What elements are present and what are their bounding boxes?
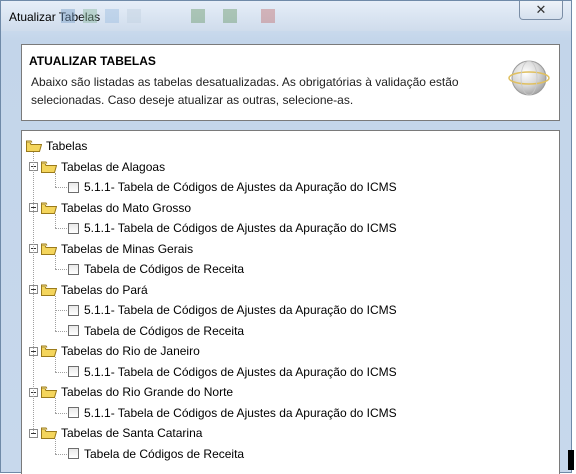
tree-connector <box>55 172 56 187</box>
group-label: Tabelas do Pará <box>61 282 148 297</box>
toolbar-icon <box>83 9 97 23</box>
table-checkbox[interactable] <box>68 222 79 234</box>
tree-connector <box>55 254 56 269</box>
tree-connector <box>55 439 56 454</box>
toolbar-icon <box>223 9 237 23</box>
header-description: Abaixo são listadas as tabelas desatuali… <box>31 75 459 107</box>
tree-connector <box>55 310 67 311</box>
toolbar-icon <box>61 9 75 23</box>
tree-connector <box>55 357 56 372</box>
folder-open-icon <box>26 140 42 152</box>
item-label: 5.1.1- Tabela de Códigos de Ajustes da A… <box>84 364 397 379</box>
item-label: 5.1.1- Tabela de Códigos de Ajustes da A… <box>84 405 397 420</box>
tree-connector <box>55 453 67 455</box>
group-label: Tabelas de Alagoas <box>61 159 166 174</box>
table-checkbox[interactable] <box>68 325 79 336</box>
table-checkbox[interactable] <box>68 448 79 459</box>
table-checkbox[interactable] <box>68 181 79 193</box>
table-checkbox[interactable] <box>68 407 79 418</box>
tree-item[interactable]: Tabela de Códigos de Receita <box>68 444 244 464</box>
tree-item[interactable]: 5.1.1- Tabela de Códigos de Ajustes da A… <box>68 300 397 320</box>
item-label: 5.1.1- Tabela de Códigos de Ajustes da A… <box>84 180 397 194</box>
tree-connector <box>33 152 34 433</box>
group-label: Tabelas do Rio Grande do Norte <box>61 385 234 399</box>
item-label: Tabela de Códigos de Receita <box>84 446 245 461</box>
table-checkbox[interactable] <box>68 304 79 316</box>
tree-root[interactable]: Tabelas <box>26 136 87 156</box>
tree-item[interactable]: 5.1.1- Tabela de Códigos de Ajustes da A… <box>68 403 397 423</box>
folder-open-icon <box>41 161 57 173</box>
toolbar-icon <box>105 9 119 23</box>
group-label: Tabelas de Santa Catarina <box>61 426 203 440</box>
group-label: Tabelas do Mato Grosso <box>61 200 192 215</box>
toolbar-icon <box>127 9 141 23</box>
tree-item[interactable]: Tabela de Códigos de Receita <box>68 321 244 341</box>
group-label: Tabelas do Rio de Janeiro <box>61 344 200 358</box>
tree-group[interactable]: Tabelas do Rio Grande do Norte <box>29 382 233 402</box>
close-button[interactable]: ✕ <box>519 1 563 20</box>
tree-connector <box>55 295 56 331</box>
tree-connector <box>55 269 67 270</box>
item-label: Tabela de Códigos de Receita <box>84 262 245 276</box>
item-label: 5.1.1- Tabela de Códigos de Ajustes da A… <box>84 303 397 317</box>
tree-item[interactable]: 5.1.1- Tabela de Códigos de Ajustes da A… <box>68 218 397 238</box>
tree-connector <box>55 412 67 414</box>
tree-item[interactable]: Tabela de Códigos de Receita <box>68 259 244 279</box>
table-checkbox[interactable] <box>68 263 79 275</box>
dialog-window: Atualizar Tabelas ✕ ATUALIZAR TABELAS Ab… <box>0 0 572 474</box>
folder-open-icon <box>41 202 57 214</box>
tree-group[interactable]: Tabelas de Alagoas <box>29 157 165 177</box>
folder-open-icon <box>41 284 57 296</box>
item-label: Tabela de Códigos de Receita <box>84 323 245 338</box>
folder-open-icon <box>41 243 57 255</box>
toolbar-icon <box>261 9 275 23</box>
header-panel: ATUALIZAR TABELAS Abaixo são listadas as… <box>21 44 560 121</box>
tree-group[interactable]: Tabelas de Minas Gerais <box>29 239 193 259</box>
tree-connector <box>55 228 67 229</box>
table-checkbox[interactable] <box>68 366 79 377</box>
toolbar-icon <box>191 9 205 23</box>
tree-connector <box>55 398 56 413</box>
tables-tree: Tabelas Tabelas de Alagoas 5.1.1- Tabela d… <box>21 130 560 474</box>
title-bar[interactable]: Atualizar Tabelas ✕ <box>1 1 571 31</box>
tree-item[interactable]: 5.1.1- Tabela de Códigos de Ajustes da A… <box>68 177 397 197</box>
text-cursor <box>568 450 574 470</box>
folder-open-icon <box>41 427 57 439</box>
item-label: 5.1.1- Tabela de Códigos de Ajustes da A… <box>84 221 397 235</box>
tree-connector <box>55 371 67 373</box>
root-label: Tabelas <box>46 139 88 153</box>
tree-connector <box>55 330 67 332</box>
tree-connector <box>55 213 56 228</box>
globe-icon <box>508 60 550 96</box>
tree-connector <box>55 187 67 188</box>
tree-group[interactable]: Tabelas do Mato Grosso <box>29 198 191 218</box>
tree-group[interactable]: Tabelas do Pará <box>29 280 148 300</box>
folder-open-icon <box>41 386 57 398</box>
group-label: Tabelas de Minas Gerais <box>61 241 194 256</box>
folder-open-icon <box>41 345 57 357</box>
tree-item[interactable]: 5.1.1- Tabela de Códigos de Ajustes da A… <box>68 362 397 382</box>
header-title: ATUALIZAR TABELAS <box>29 54 156 68</box>
